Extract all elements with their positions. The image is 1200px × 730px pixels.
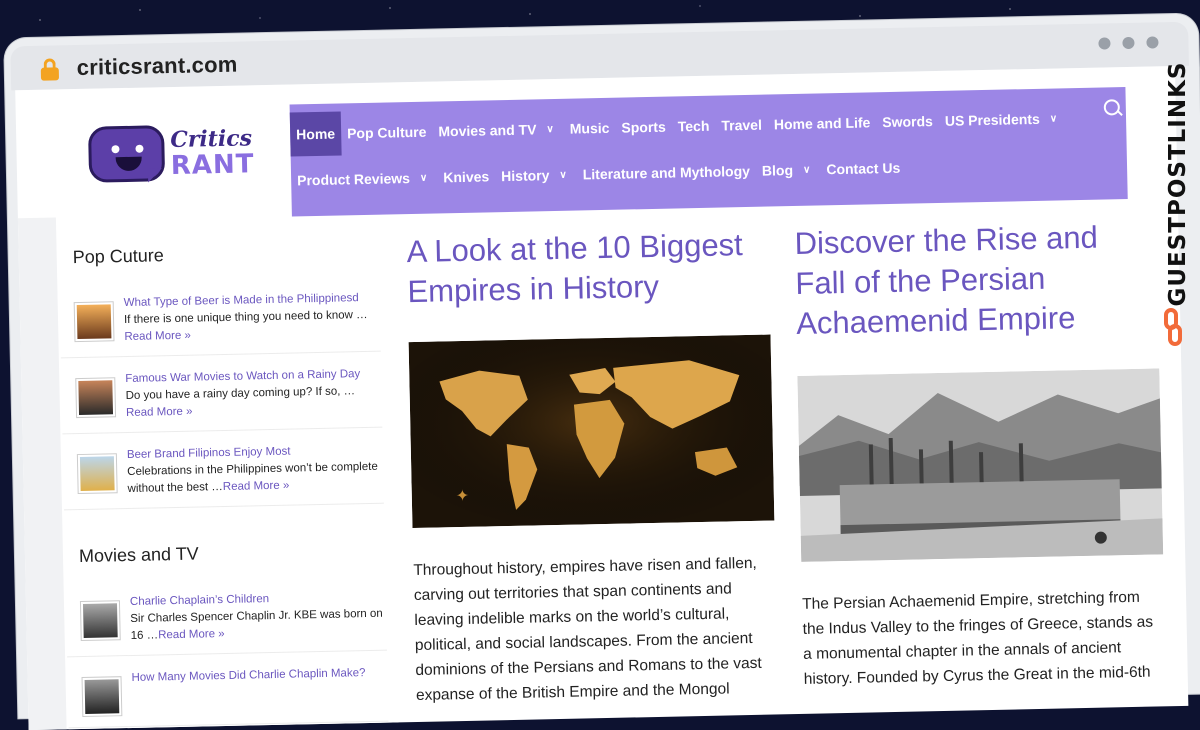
list-item[interactable]: What Type of Beer is Made in the Philipp… [59,275,381,359]
nav-item-music[interactable]: Music [563,106,616,151]
site-logo[interactable]: Critics RANT [87,119,269,193]
nav-item-us-presidents[interactable]: US Presidents ∨ [938,96,1067,143]
post-thumbnail[interactable] [75,377,117,419]
chevron-down-icon: ∨ [419,172,428,184]
article-excerpt: The Persian Achaemenid Empire, stretchin… [801,588,1154,688]
post-thumbnail[interactable] [81,676,123,718]
post-excerpt: If there is one unique thing you need to… [123,308,368,327]
nav-item-history[interactable]: History ∨ [495,153,577,199]
list-item[interactable]: Charlie Chaplain’s Children Sir Charles S… [65,574,388,658]
nav-item-travel[interactable]: Travel [715,103,768,148]
read-more-link[interactable]: Read More » [223,480,290,493]
nav-row-1: Home Pop Culture Movies and TV ∨ Music Sp… [289,96,1068,157]
article-excerpt: Throughout history, empires have risen a… [413,554,762,705]
nav-item-knives[interactable]: Knives [437,154,496,199]
sidebar: Pop Cuture What Type of Beer is Made in … [58,222,399,730]
article-image-persepolis[interactable] [797,368,1164,562]
post-thumbnail[interactable] [73,301,115,343]
nav-label: Movies and TV [438,121,537,140]
article-card: A Look at the 10 Biggest Empires in Hist… [406,225,776,708]
article-title-link[interactable]: A Look at the 10 Biggest Empires in Hist… [406,225,768,313]
chevron-down-icon: ∨ [1049,112,1058,125]
list-item[interactable]: Famous War Movies to Watch on a Rainy Da… [60,351,383,435]
main-navigation: Home Pop Culture Movies and TV ∨ Music Sp… [289,87,1128,217]
article-card: Discover the Rise and Fall of the Persia… [794,216,1164,691]
chevron-down-icon: ∨ [546,123,554,135]
nav-item-sports[interactable]: Sports [615,105,672,150]
badge-text: GUESTPOSTLINKS [1165,61,1191,307]
logo-mascot-icon [87,125,166,183]
window-controls [1098,36,1159,50]
article-title-link[interactable]: Discover the Rise and Fall of the Persia… [794,216,1156,344]
window-dot-icon[interactable] [1146,36,1159,49]
post-thumbnail[interactable] [76,453,118,495]
list-item[interactable]: How Many Movies Did Charlie Chaplin Make… [67,650,389,729]
post-thumbnail[interactable] [79,600,121,642]
link-icon [1164,308,1182,346]
logo-text-rant: RANT [170,149,255,182]
list-item[interactable]: Beer Brand Filipinos Enjoy Most Celebrati… [62,427,384,511]
browser-window: criticsrant.com Critics RANT Home Pop Cu… [4,13,1200,730]
read-more-link[interactable]: Read More » [124,330,191,343]
post-excerpt: Do you have a rainy day coming up? If so… [125,385,356,403]
guestpostlinks-badge[interactable]: GUESTPOSTLINKS [1148,56,1196,356]
nav-label: Product Reviews [296,170,411,189]
chevron-down-icon: ∨ [802,164,811,176]
read-more-link[interactable]: Read More » [126,406,193,419]
nav-item-swords[interactable]: Swords [876,99,939,144]
window-dot-icon[interactable] [1098,37,1111,50]
nav-item-contact-us[interactable]: Contact Us [820,146,907,192]
search-icon[interactable] [1103,99,1120,116]
window-dot-icon[interactable] [1122,36,1135,50]
nav-item-home[interactable]: Home [289,111,342,157]
nav-item-pop-culture[interactable]: Pop Culture [341,110,433,156]
nav-label: US Presidents [944,110,1040,129]
nav-label: Blog [761,162,794,179]
web-page: Critics RANT Home Pop Culture Movies and… [15,65,1189,730]
svg-text:✦: ✦ [456,486,470,505]
nav-item-blog[interactable]: Blog ∨ [755,147,820,192]
lock-icon [40,58,60,81]
nav-item-tech[interactable]: Tech [671,104,716,149]
nav-item-product-reviews[interactable]: Product Reviews ∨ [291,155,438,202]
nav-item-home-life[interactable]: Home and Life [767,100,876,146]
nav-item-literature[interactable]: Literature and Mythology [576,149,756,197]
url-text[interactable]: criticsrant.com [76,52,237,81]
post-title-link[interactable]: How Many Movies Did Charlie Chaplin Make… [131,665,365,687]
nav-item-movies-tv[interactable]: Movies and TV ∨ [432,107,564,154]
read-more-link[interactable]: Read More » [158,628,225,641]
chevron-down-icon: ∨ [559,169,567,181]
article-image-world-map[interactable]: ✦ [408,334,775,529]
nav-label: History [501,167,550,185]
